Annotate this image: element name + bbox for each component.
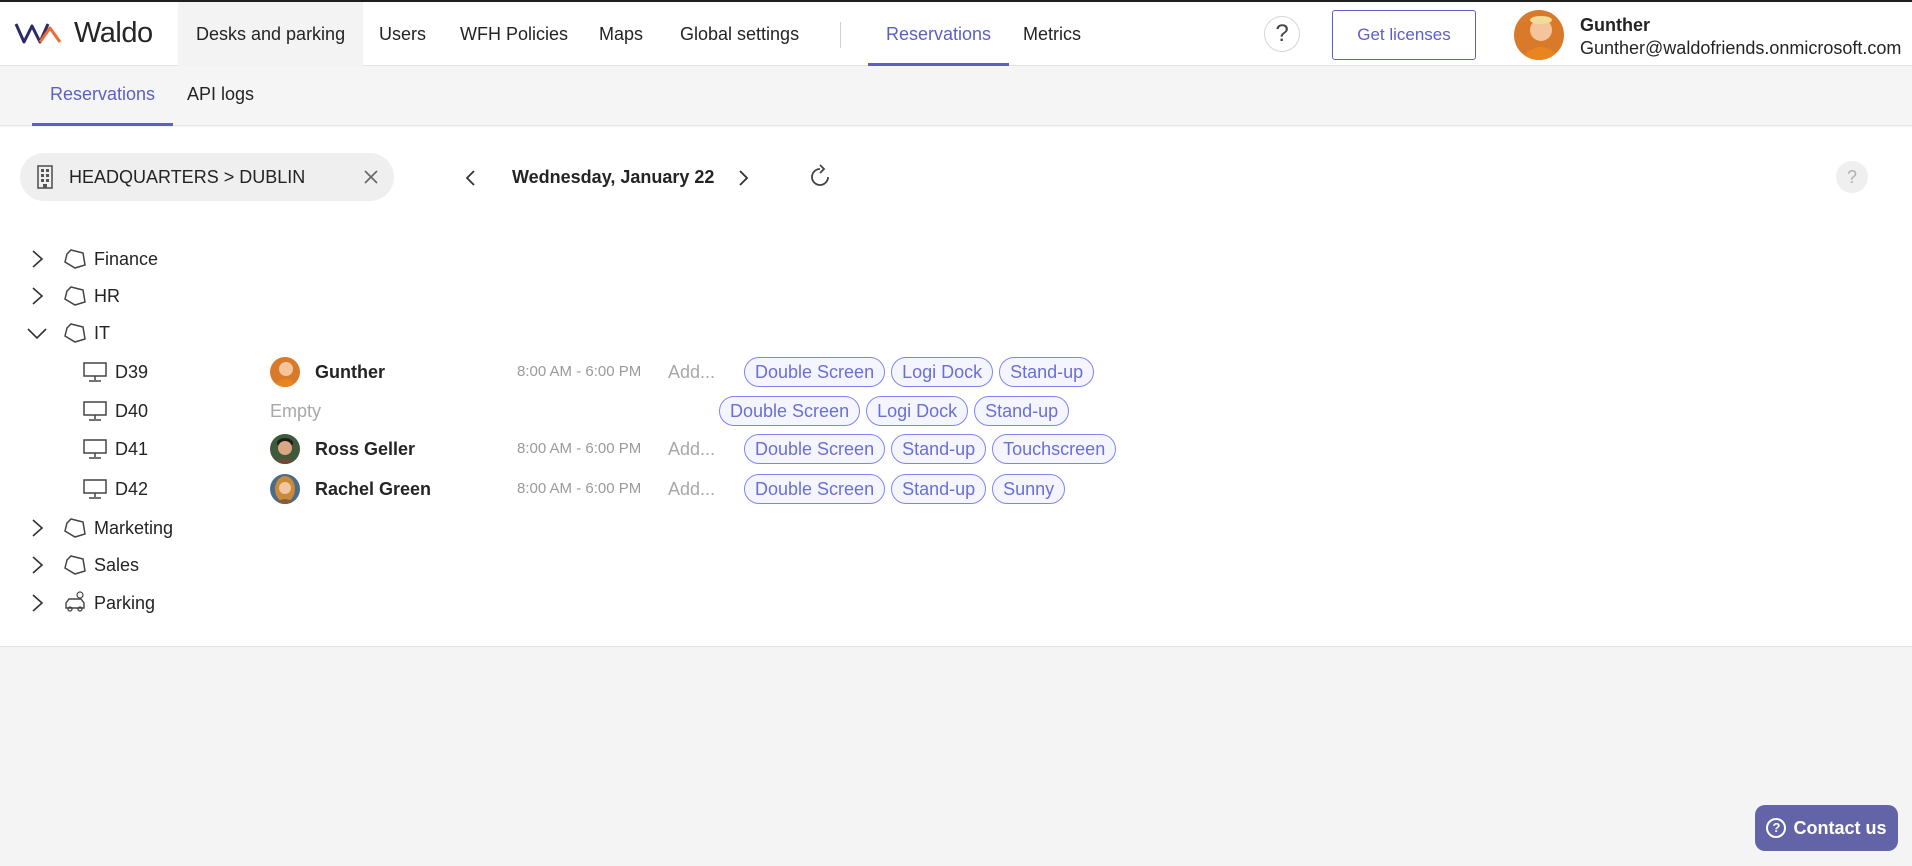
desk-monitor-icon xyxy=(83,362,107,382)
building-icon xyxy=(37,165,53,189)
parking-icon xyxy=(65,591,85,612)
tree-group-label: Finance xyxy=(94,249,159,269)
user-avatar-image xyxy=(1514,10,1564,60)
desk-monitor-icon xyxy=(83,439,107,459)
tab-api-logs[interactable]: API logs xyxy=(187,66,254,126)
location-filter-text: HEADQUARTERS > DUBLIN xyxy=(69,167,306,187)
refresh-icon[interactable] xyxy=(806,163,834,191)
tree-group-finance[interactable]: Finance xyxy=(0,244,300,274)
desk-id: D40 xyxy=(115,401,149,421)
avatar xyxy=(270,357,300,387)
user-name: Gunther xyxy=(1580,15,1650,35)
contact-us-label: Contact us xyxy=(1793,817,1887,838)
tag-double-screen[interactable]: Double Screen xyxy=(744,474,886,504)
user-email: Gunther@waldofriends.onmicrosoft.com xyxy=(1580,38,1902,58)
chevron-right-icon[interactable] xyxy=(26,517,48,539)
desk-row-d41[interactable]: D41 Ross Geller 8:00 AM - 6:00 PM Add...… xyxy=(0,434,1200,464)
help-icon[interactable]: ? xyxy=(1836,161,1868,193)
reservation-time: 8:00 AM - 6:00 PM xyxy=(517,440,642,457)
area-icon xyxy=(64,249,86,269)
tag-stand-up[interactable]: Stand-up xyxy=(974,396,1070,426)
tree-group-hr[interactable]: HR xyxy=(0,281,300,311)
desk-id: D39 xyxy=(115,362,149,382)
reservations-panel: HEADQUARTERS > DUBLIN Wednesday, January… xyxy=(0,127,1912,647)
nav-metrics[interactable]: Metrics xyxy=(1005,2,1099,66)
person-name: Gunther xyxy=(315,362,385,382)
avatar xyxy=(270,434,300,464)
empty-status: Empty xyxy=(270,401,322,421)
area-icon xyxy=(64,555,86,575)
desk-row-d39[interactable]: D39 Gunther 8:00 AM - 6:00 PM Add... Dou… xyxy=(0,357,1200,387)
desk-row-d40[interactable]: D40 Empty Double Screen Logi Dock Stand-… xyxy=(0,396,1200,426)
area-icon xyxy=(64,518,86,538)
tree-group-label: IT xyxy=(94,323,110,343)
desk-row-d42[interactable]: D42 Rachel Green 8:00 AM - 6:00 PM Add..… xyxy=(0,474,1200,504)
question-icon: ? xyxy=(1766,818,1787,838)
tag-logi-dock[interactable]: Logi Dock xyxy=(866,396,969,426)
waldo-logo[interactable]: Waldo xyxy=(14,16,153,49)
get-licenses-button[interactable]: Get licenses xyxy=(1332,10,1476,60)
help-button[interactable]: ? xyxy=(1264,16,1300,52)
nav-global-settings[interactable]: Global settings xyxy=(662,2,817,66)
nav-users[interactable]: Users xyxy=(361,2,444,66)
tab-reservations[interactable]: Reservations xyxy=(32,66,174,126)
desk-tags: Double Screen Stand-up Sunny xyxy=(744,474,1066,504)
user-avatar[interactable] xyxy=(1514,10,1564,60)
selected-date: Wednesday, January 22 xyxy=(512,167,715,187)
chevron-right-icon[interactable] xyxy=(26,554,48,576)
desk-id: D41 xyxy=(115,439,149,459)
nav-wfh-policies[interactable]: WFH Policies xyxy=(442,2,586,66)
reservation-time: 8:00 AM - 6:00 PM xyxy=(517,363,642,380)
add-note-link[interactable]: Add... xyxy=(668,357,715,387)
location-filter-chip[interactable]: HEADQUARTERS > DUBLIN xyxy=(20,153,394,201)
waldo-logo-icon xyxy=(14,23,62,44)
contact-us-button[interactable]: ? Contact us xyxy=(1755,805,1898,851)
tag-touchscreen[interactable]: Touchscreen xyxy=(992,434,1117,464)
nav-reservations[interactable]: Reservations xyxy=(868,2,1010,66)
reservation-time: 8:00 AM - 6:00 PM xyxy=(517,480,642,497)
tag-double-screen[interactable]: Double Screen xyxy=(719,396,861,426)
nav-divider xyxy=(840,22,841,48)
sub-navigation: Reservations API logs xyxy=(0,66,1912,126)
tree-group-label: Marketing xyxy=(94,518,174,538)
tree-group-parking[interactable]: Parking xyxy=(0,588,300,618)
desk-tags: Double Screen Stand-up Touchscreen xyxy=(744,434,1117,464)
person-name: Ross Geller xyxy=(315,439,416,459)
chevron-right-icon[interactable] xyxy=(732,167,754,189)
tree-group-label: Parking xyxy=(94,593,156,613)
tag-logi-dock[interactable]: Logi Dock xyxy=(891,357,994,387)
desk-monitor-icon xyxy=(83,479,107,499)
area-icon xyxy=(64,323,86,343)
tag-sunny[interactable]: Sunny xyxy=(992,474,1066,504)
tree-group-it[interactable]: IT xyxy=(0,318,300,348)
tag-double-screen[interactable]: Double Screen xyxy=(744,357,886,387)
desk-tags: Double Screen Logi Dock Stand-up xyxy=(719,396,1070,426)
tag-double-screen[interactable]: Double Screen xyxy=(744,434,886,464)
person-name: Rachel Green xyxy=(315,479,432,499)
add-note-link[interactable]: Add... xyxy=(668,434,715,464)
desk-monitor-icon xyxy=(83,401,107,421)
desk-id: D42 xyxy=(115,479,149,499)
tree-group-label: HR xyxy=(94,286,120,306)
chevron-right-icon[interactable] xyxy=(26,285,48,307)
tag-stand-up[interactable]: Stand-up xyxy=(891,434,987,464)
tag-stand-up[interactable]: Stand-up xyxy=(891,474,987,504)
desk-tags: Double Screen Logi Dock Stand-up xyxy=(744,357,1095,387)
nav-desks-and-parking[interactable]: Desks and parking xyxy=(178,2,364,66)
nav-maps[interactable]: Maps xyxy=(581,2,661,66)
add-note-link[interactable]: Add... xyxy=(668,474,715,504)
tree-group-marketing[interactable]: Marketing xyxy=(0,513,300,543)
brand-name: Waldo xyxy=(74,16,153,49)
chevron-left-icon[interactable] xyxy=(460,167,482,189)
avatar xyxy=(270,474,300,504)
top-navigation-bar: Waldo Desks and parking Users WFH Polici… xyxy=(0,0,1912,66)
chevron-down-icon[interactable] xyxy=(26,322,48,344)
close-icon[interactable] xyxy=(360,166,382,188)
chevron-right-icon[interactable] xyxy=(26,248,48,270)
tree-group-label: Sales xyxy=(94,555,140,575)
area-icon xyxy=(64,286,86,306)
tag-stand-up[interactable]: Stand-up xyxy=(999,357,1095,387)
chevron-right-icon[interactable] xyxy=(26,592,48,614)
tree-group-sales[interactable]: Sales xyxy=(0,550,300,580)
